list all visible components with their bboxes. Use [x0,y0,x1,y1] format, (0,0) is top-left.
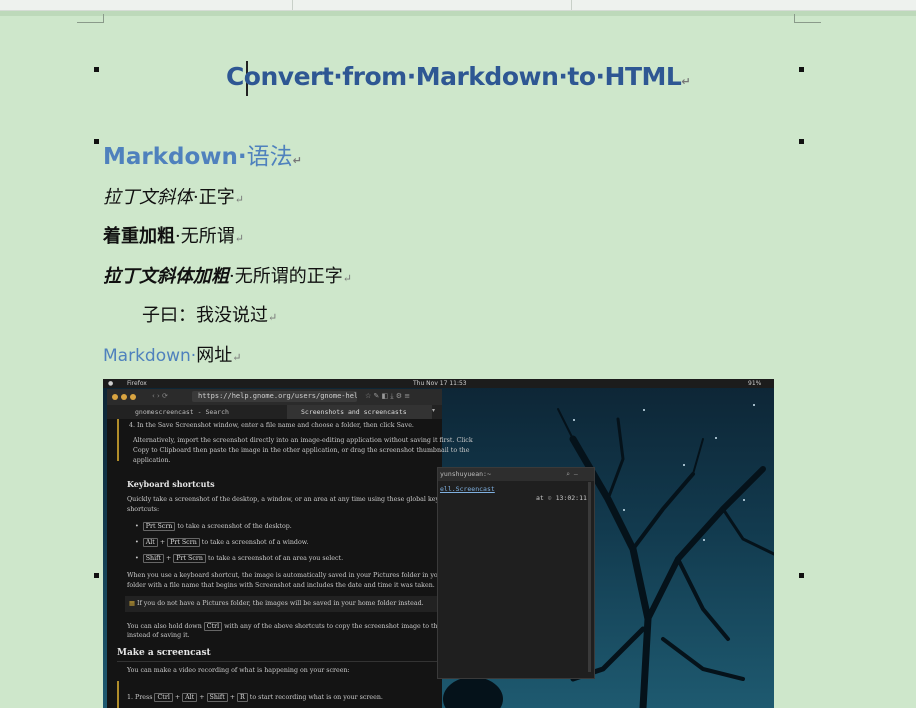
terminal-search-icon[interactable]: ⌕ — [566,468,578,481]
key-ctrl: Ctrl [154,693,173,702]
kb-intro-1: Quickly take a screenshot of the desktop… [127,496,458,503]
embedded-screenshot-image[interactable]: ● Firefox Thu Nov 17 11:53 91% ‹ › ⟳ htt… [103,379,774,708]
horizontal-ruler[interactable] [0,0,916,11]
regular-text: ·正字 [193,187,235,208]
note-body: If you do not have a Pictures folder, th… [136,600,424,607]
clock-icon: ⊙ [547,494,552,502]
paragraph-bold[interactable]: 着重加粗·无所谓↵ [103,222,244,248]
selection-handle[interactable] [799,573,804,578]
title-text: Convert·from·Markdown·to·HTML [225,62,682,91]
window-close-icon[interactable] [112,394,118,400]
divider [117,661,437,662]
paragraph-mark: ↵ [342,272,352,285]
tab-search[interactable]: gnomescreencast - Search [107,405,277,419]
heading-markdown-syntax[interactable]: Markdown·语法↵ [103,137,302,171]
link-text[interactable]: Markdown· [103,346,196,366]
terminal-line: ell.Screencast [440,485,495,493]
screencast-step1: 1. Press Ctrl + Alt + Shift + R to start… [127,693,383,702]
ruler-shadow [0,11,916,16]
key-prtscn: Prt Scrn [142,522,176,531]
heading-cjk: 语法 [246,144,293,170]
ruler-tick [571,0,572,10]
quote-text: 子曰：我没说过 [142,305,268,326]
bullet-text: to take a screenshot of a window. [201,539,309,546]
key-r: R [237,693,248,702]
kb-intro-2: shortcuts: [127,506,160,513]
browser-page-content: 4. In the Save Screenshot window, enter … [107,419,474,708]
auto-text-1: When you use a keyboard shortcut, the im… [127,572,465,579]
key-shift: Shift [206,693,228,702]
url-bar[interactable]: https://help.gnome.org/users/gnome-help/… [192,391,357,402]
paragraph-italic[interactable]: 拉丁文斜体·正字↵ [103,183,244,209]
step4-text: 4. In the Save Screenshot window, enter … [129,422,414,429]
ctrl-text-1: You can also hold down Ctrl with any of … [127,622,474,631]
prompt-text: at [536,494,544,502]
step-bar [117,419,119,461]
terminal-window: yunshuyuean:~ ⌕ — ell.Screencast at ⊙ 13… [437,467,595,679]
paragraph-link[interactable]: Markdown·网址↵ [103,341,241,367]
selection-handle[interactable] [94,139,99,144]
window-maximize-icon[interactable] [130,394,136,400]
browser-tabs: gnomescreencast - Search Screenshots and… [107,405,442,419]
screencast-intro: You can make a video recording of what i… [127,667,350,674]
bold-text: 着重加粗 [103,226,175,247]
italic-text: 拉丁文斜体 [103,187,193,208]
key-prtscn: Prt Scrn [167,538,200,547]
browser-toolbar: ‹ › ⟳ https://help.gnome.org/users/gnome… [107,389,442,405]
selection-handle[interactable] [94,573,99,578]
auto-text-2: folder with a file name that begins with… [127,582,435,589]
bullet-area: • Shift + Prt Scrn to take a screenshot … [135,554,344,563]
back-forward-icon[interactable]: ‹ › ⟳ [152,392,168,400]
terminal-title: yunshuyuean:~ [440,470,491,478]
paragraph-mark: ↵ [234,232,244,245]
window-minimize-icon[interactable] [121,394,127,400]
note-icon: ▦ [129,600,135,607]
bold-italic-text: 拉丁文斜体加粗 [103,266,229,287]
alt-text-2: Copy to Clipboard then paste the image i… [133,447,470,454]
blockquote[interactable]: 子曰：我没说过↵ [142,301,277,327]
browser-window: ‹ › ⟳ https://help.gnome.org/users/gnome… [107,389,474,708]
paragraph-mark: ↵ [292,154,302,167]
key-shift: Shift [142,554,164,563]
regular-text: ·无所谓 [175,226,235,247]
keyboard-shortcuts-heading: Keyboard shortcuts [127,479,215,489]
ctrl-lead: You can also hold down [127,623,202,630]
crop-mark-top-left [77,14,104,23]
bullet-desktop: • Prt Scrn to take a screenshot of the d… [135,522,292,531]
paragraph-mark: ↵ [681,75,691,88]
heading-latin: Markdown· [103,144,247,170]
key-ctrl: Ctrl [203,622,223,631]
key-alt: Alt [142,538,158,547]
prompt-time: 13:02:11 [555,494,587,502]
bullet-text: to take a screenshot of the desktop. [177,523,292,530]
paragraph-mark: ↵ [268,311,278,324]
ruler-tick [292,0,293,10]
note-text: ▦ If you do not have a Pictures folder, … [129,600,424,607]
alt-text-3: application. [133,457,171,464]
make-screencast-heading: Make a screencast [117,648,211,658]
regular-text: 网址 [196,345,233,366]
tab-dropdown-icon[interactable]: ▾ [432,407,440,417]
alt-text-1: Alternatively, import the screenshot dir… [133,437,473,444]
tab-screenshots[interactable]: Screenshots and screencasts [287,405,432,419]
ctrl-text-2: instead of saving it. [127,632,190,639]
key-alt: Alt [182,693,198,702]
bullet-window: • Alt + Prt Scrn to take a screenshot of… [135,538,309,547]
terminal-titlebar: yunshuyuean:~ ⌕ — [438,468,594,481]
step1-trail: to start recording what is on your scree… [249,694,383,701]
terminal-scrollbar[interactable] [588,482,591,672]
regular-text: ·无所谓的正字 [229,266,343,287]
terminal-prompt: at ⊙ 13:02:11 [536,494,587,502]
paragraph-bold-italic[interactable]: 拉丁文斜体加粗·无所谓的正字↵ [103,262,352,288]
selection-handle[interactable] [799,139,804,144]
step-bar [117,681,119,708]
bullet-text: to take a screenshot of an area you sele… [207,555,344,562]
step1-lead: 1. Press [127,694,153,701]
key-prtscn: Prt Scrn [173,554,206,563]
toolbar-icons[interactable]: ☆ ✎ ◧ ⤓ ⚙ ≡ [365,392,410,401]
paragraph-mark: ↵ [234,193,244,206]
document-title[interactable]: Convert·from·Markdown·to·HTML↵ [0,62,916,91]
paragraph-mark: ↵ [232,351,242,364]
crop-mark-top-right [794,14,821,23]
